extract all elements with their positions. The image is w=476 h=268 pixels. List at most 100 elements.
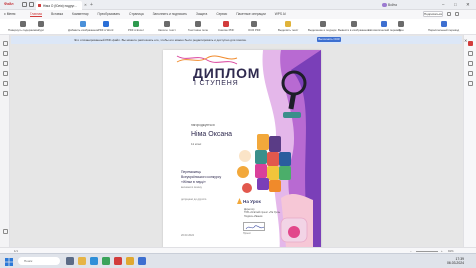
folder-icon[interactable]: [126, 257, 134, 265]
menu-tab[interactable]: WPS AI: [275, 12, 286, 16]
wps-ai-icon[interactable]: [468, 41, 473, 46]
toolbar-button[interactable]: PDF в Word: [98, 20, 114, 32]
layers-icon[interactable]: [2, 91, 8, 96]
thumbnails-icon[interactable]: [2, 41, 8, 46]
toolbar-button[interactable]: Фон: [398, 20, 404, 32]
search-placeholder: Поиск: [24, 259, 33, 263]
toolbar-button-label: Сжатие PDF: [218, 28, 235, 32]
menu-tab[interactable]: Пакетные операции: [236, 12, 266, 16]
menu-tab[interactable]: Комментар: [72, 12, 89, 16]
right-sidebar: [463, 35, 476, 253]
notification-close-icon[interactable]: ✕: [464, 38, 467, 43]
toolbar-button-label: Выделение и подчерк.: [308, 28, 338, 32]
menu-tab[interactable]: Преобразовать: [98, 12, 121, 16]
document-canvas[interactable]: ДИПЛОМ І СТУПЕНЯ нагороджується Німа Окс…: [11, 44, 462, 253]
image-icon: [80, 20, 87, 27]
tab-close-icon[interactable]: ✕: [84, 3, 87, 7]
toolbar-button-label: Повернуть содержимое: [8, 28, 39, 32]
compress-icon: [223, 20, 230, 27]
share-icon[interactable]: [468, 81, 473, 86]
new-tab-button[interactable]: +: [90, 2, 93, 8]
toolbar-button[interactable]: Курс: [38, 20, 44, 32]
toolbar-button-label: PDF в Excel: [128, 28, 144, 32]
issue-date: 20.03.2024: [181, 234, 194, 237]
awarded-label: нагороджується: [191, 123, 215, 127]
toolbar-button-label: Добавить изображение: [68, 28, 99, 32]
zoom-slider[interactable]: [416, 251, 438, 252]
bookmarks-icon[interactable]: [2, 51, 8, 56]
toolbar-button-label: OCR PDF: [248, 28, 261, 32]
menu-bar: ≡ Меню Главная Вставка Комментар Преобразов…: [0, 10, 476, 19]
file-menu-button[interactable]: Файл: [4, 2, 14, 6]
toolbar-button[interactable]: OCR PDF: [248, 20, 261, 32]
attachments-icon[interactable]: [2, 71, 8, 76]
tab-title: Німа О (Юлія) подруг...: [43, 3, 77, 8]
toolbar-button[interactable]: Заполн. текст: [158, 20, 176, 32]
document-icon[interactable]: [28, 2, 34, 7]
more-options-icon[interactable]: [455, 12, 459, 16]
toolbar-button[interactable]: Выделение и подчерк.: [308, 20, 338, 32]
rotate-icon: [20, 20, 27, 27]
text-icon: [163, 20, 170, 27]
toolbar-button-label: PDF в Word: [98, 28, 114, 32]
edit-icon[interactable]: [468, 61, 473, 66]
recipient-class: 11 клас: [191, 142, 202, 146]
comments-icon[interactable]: [2, 61, 8, 66]
menu-tab[interactable]: Страница: [129, 12, 143, 16]
search-icon[interactable]: [2, 81, 8, 86]
properties-icon[interactable]: [468, 51, 473, 56]
sign-in-button[interactable]: Подписаться: [423, 11, 443, 18]
windows-start-icon[interactable]: [5, 257, 13, 266]
toolbar-button[interactable]: Добавить изображение: [68, 20, 99, 32]
toolbar-button[interactable]: Выделить текст: [278, 20, 298, 32]
toolbar-button[interactable]: Автоматический перевод: [368, 20, 401, 32]
menu-tab[interactable]: Главная: [30, 12, 43, 18]
toolbar-button-label: Курс: [38, 28, 44, 32]
menu-tab[interactable]: Заполнить и подписать: [153, 12, 187, 16]
user-name[interactable]: Войта: [388, 3, 397, 7]
close-button[interactable]: ✕: [466, 2, 470, 8]
run-ocr-button[interactable]: Выполнить OCR: [317, 37, 341, 43]
file-explorer-icon[interactable]: [78, 257, 86, 265]
maximize-button[interactable]: □: [454, 2, 457, 7]
parallel-translate-icon: [440, 20, 447, 27]
underline-icon: [319, 20, 326, 27]
avatar[interactable]: [382, 2, 387, 7]
na-urok-logo: На Урок: [243, 199, 261, 204]
event-description: Переможець Всеукраїнського конкурсу «Жін…: [181, 170, 221, 190]
task-view-icon[interactable]: [66, 257, 74, 265]
toolbar-button[interactable]: Текстовое поле: [188, 20, 208, 32]
chrome-icon[interactable]: [102, 257, 110, 265]
highlight-icon: [285, 20, 292, 27]
taskbar-search-input[interactable]: Поиск: [18, 257, 60, 265]
toolbar-button[interactable]: Вывести в изображение: [338, 20, 369, 32]
document-tab[interactable]: Німа О (Юлія) подруг...: [36, 1, 82, 10]
wps-pdf-icon[interactable]: [114, 257, 122, 265]
excel-icon: [132, 20, 139, 27]
menu-tab[interactable]: Сервис: [216, 12, 227, 16]
textbox-icon: [195, 20, 202, 27]
certificate-page[interactable]: ДИПЛОМ І СТУПЕНЯ нагороджується Німа Окс…: [163, 50, 321, 253]
toolbar-button[interactable]: Параллельный перевод: [428, 20, 459, 32]
translate-panel-icon[interactable]: [468, 71, 473, 76]
toolbar-button[interactable]: Повернуть содержимое: [8, 20, 39, 32]
menu-tab[interactable]: Защита: [196, 12, 207, 16]
toolbar-button[interactable]: Сжатие PDF: [218, 20, 235, 32]
mail-icon[interactable]: [138, 257, 146, 265]
signature-label: Проект: [243, 232, 251, 235]
main-menu-button[interactable]: ≡ Меню: [4, 12, 15, 16]
browser-icon[interactable]: [90, 257, 98, 265]
clock[interactable]: 17:39 06.03.2024: [447, 257, 464, 266]
settings-icon[interactable]: [2, 229, 8, 234]
toolbar-button[interactable]: PDF в Excel: [128, 20, 144, 32]
menu-tab[interactable]: Вставка: [51, 12, 63, 16]
na-urok-logo-icon: [237, 198, 242, 204]
home-icon[interactable]: [22, 2, 27, 7]
certificate-degree: І СТУПЕНЯ: [194, 80, 239, 87]
background-icon: [398, 20, 404, 27]
collapse-ribbon-icon[interactable]: [447, 12, 451, 16]
toolbar-button-label: Автоматический перевод: [368, 28, 401, 32]
translate-icon: [381, 20, 388, 27]
minimize-button[interactable]: –: [442, 2, 444, 7]
word-icon: [102, 20, 109, 27]
